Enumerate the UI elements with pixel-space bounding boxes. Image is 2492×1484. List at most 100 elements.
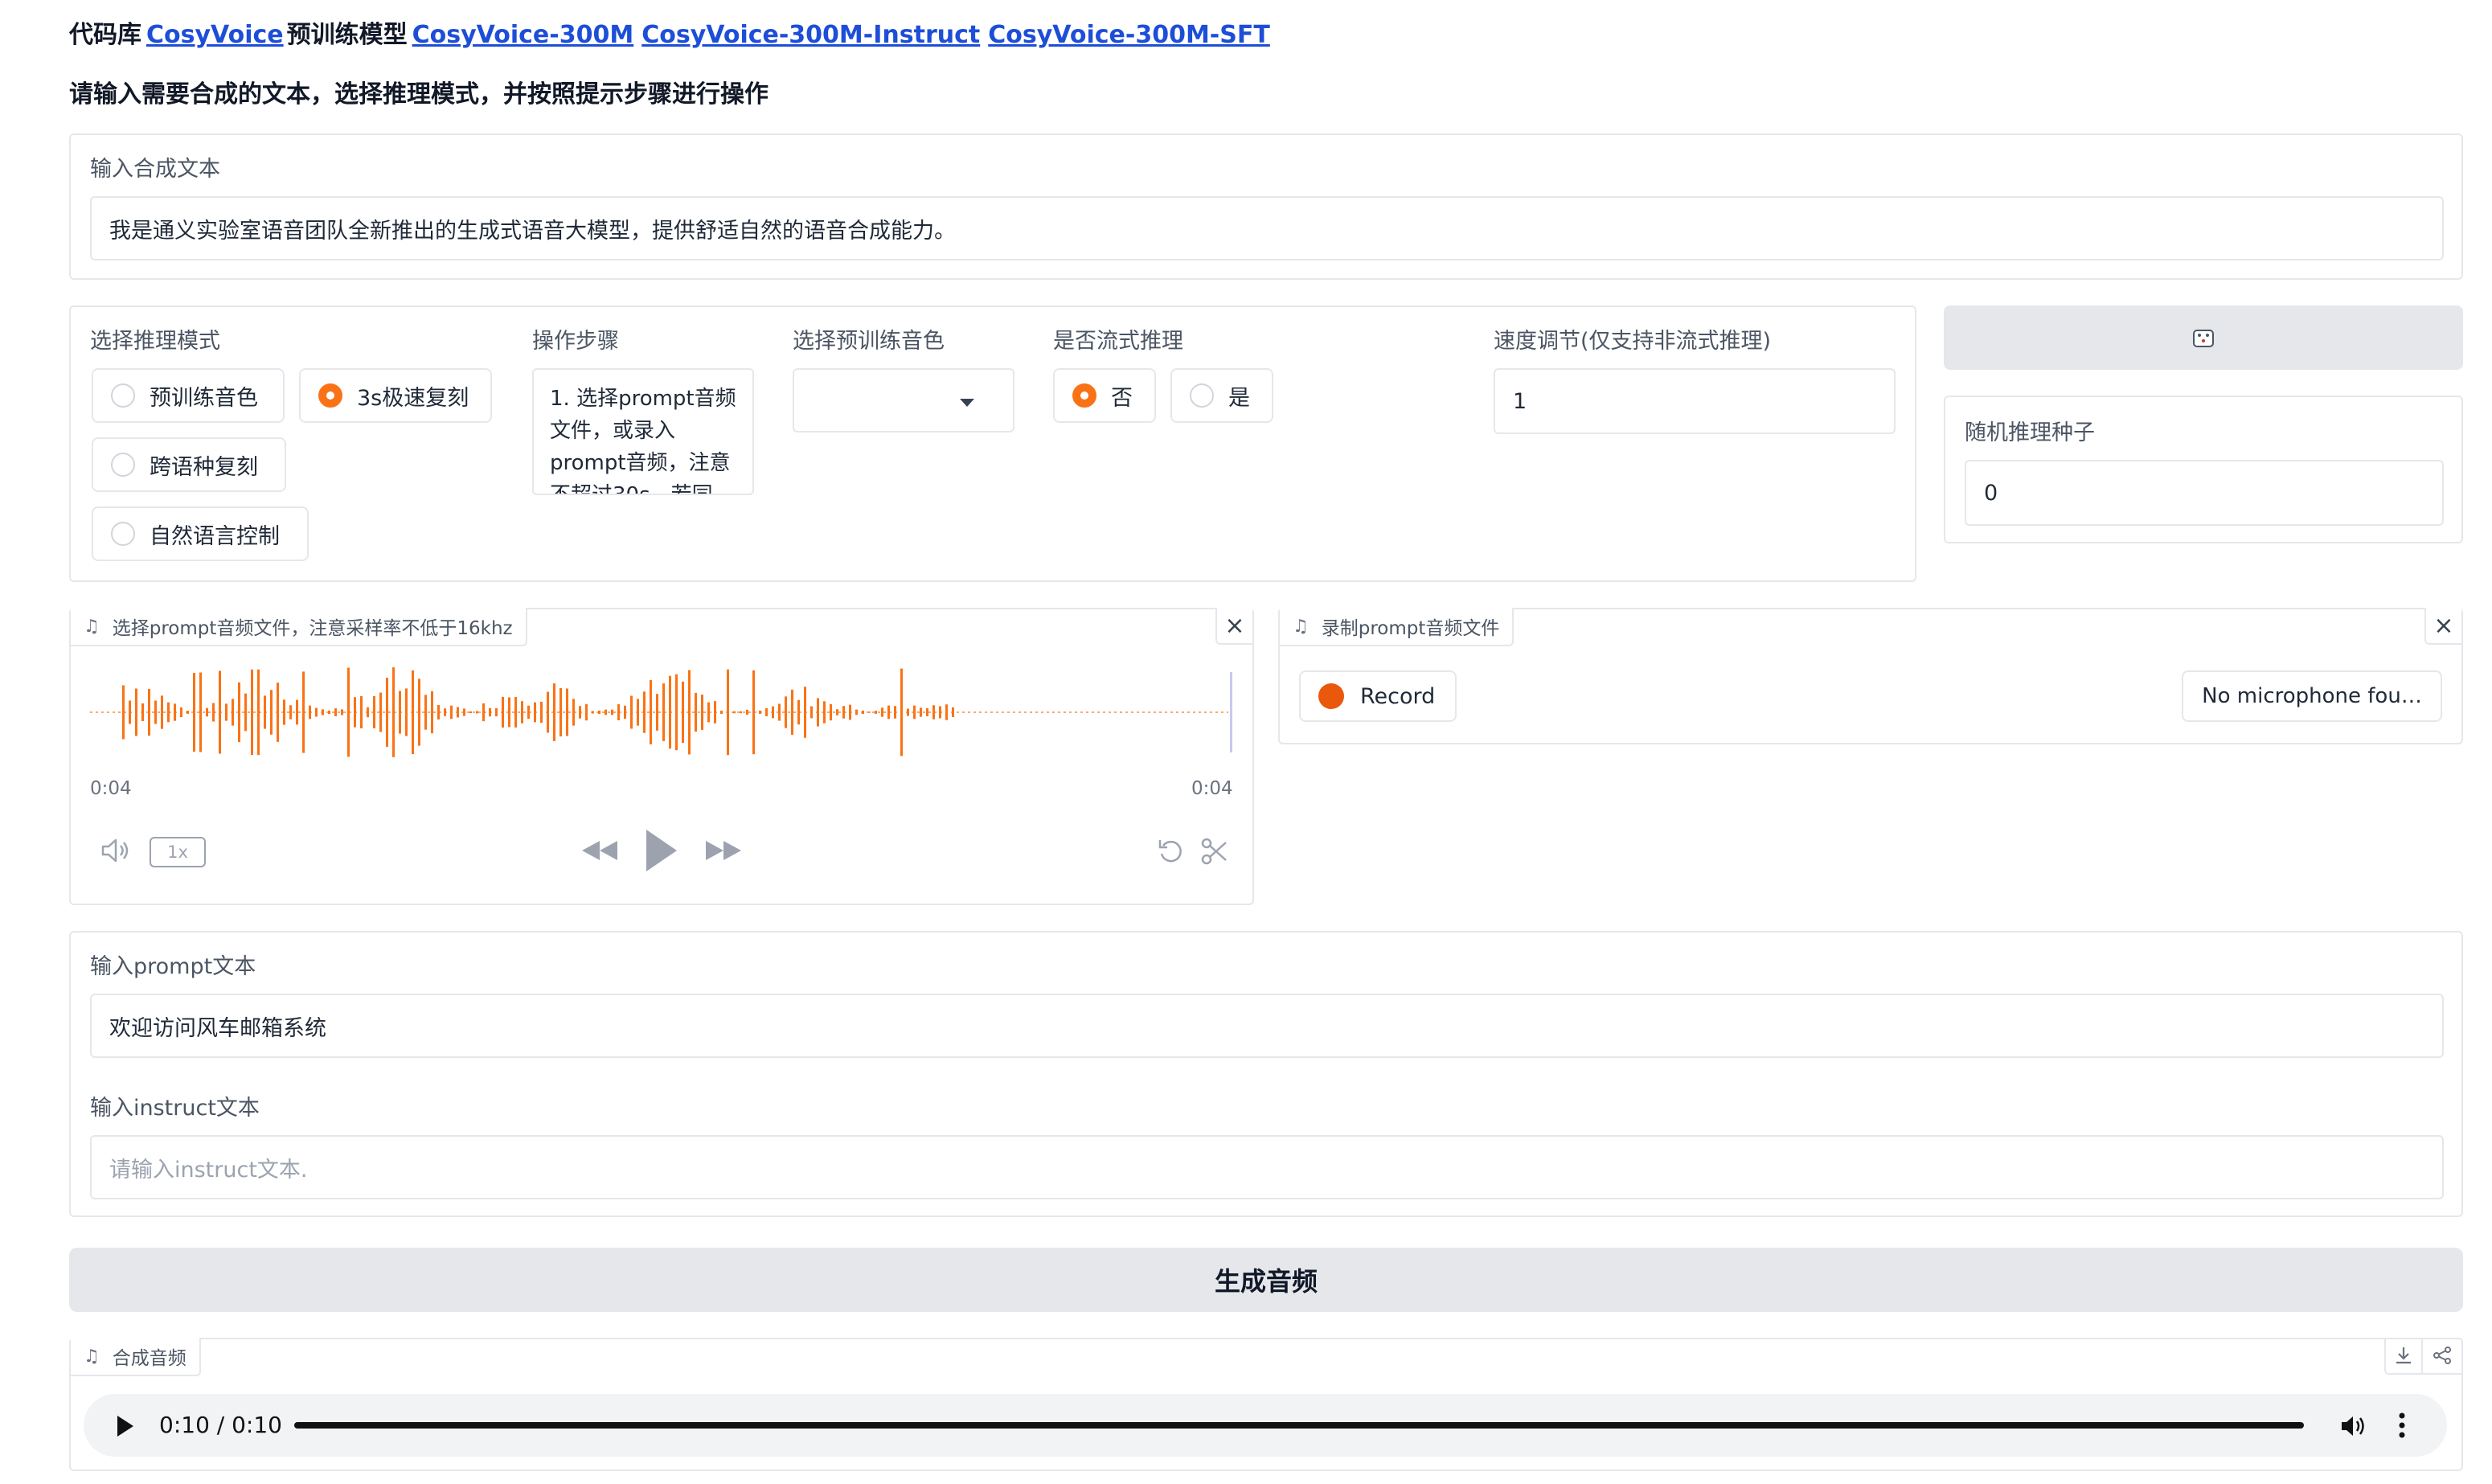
waveform-bar [778, 703, 781, 721]
repo-link[interactable]: CosyVoice [146, 21, 284, 49]
waveform-bar [412, 670, 414, 755]
download-icon[interactable] [2384, 1338, 2423, 1375]
share-icon[interactable] [2423, 1338, 2461, 1375]
fast-forward-icon[interactable] [703, 836, 744, 865]
waveform-bar [309, 705, 311, 719]
waveform-bar [135, 688, 137, 736]
mode-option-cross-lingual[interactable]: 跨语种复刻 [92, 437, 286, 492]
waveform-bar [913, 705, 916, 719]
volume-icon[interactable] [100, 836, 133, 865]
waveform-bar [656, 694, 658, 731]
waveform-bar [804, 687, 806, 738]
waveform-bar [302, 671, 305, 753]
prompt-text-input[interactable]: 欢迎访问风车邮箱系统 [90, 994, 2444, 1058]
waveform-bar [875, 711, 877, 714]
mode-option-pretrained[interactable]: 预训练音色 [92, 368, 285, 423]
playback-speed-button[interactable]: 1x [150, 837, 206, 867]
speed-input[interactable]: 1 [1494, 368, 1896, 434]
play-icon[interactable] [116, 1415, 135, 1437]
waveform-bar [367, 707, 369, 718]
waveform-bar [315, 707, 318, 717]
prompt-upload-tag: ♫ 选择prompt音频文件，注意采样率不低于16khz [71, 608, 527, 646]
playhead [1230, 672, 1232, 752]
waveform-bar [482, 703, 485, 722]
waveform[interactable] [90, 664, 1235, 760]
waveform-bar [251, 669, 253, 756]
waveform-bar [566, 688, 568, 736]
waveform-bar [322, 709, 324, 715]
waveform-bar [521, 701, 523, 724]
volume-icon[interactable] [2339, 1413, 2368, 1439]
scissors-icon[interactable] [1199, 836, 1230, 867]
waveform-bar [701, 695, 703, 730]
model-link-300m-instruct[interactable]: CosyVoice-300M-Instruct [641, 21, 980, 49]
rewind-icon[interactable] [579, 836, 621, 865]
waveform-bar [373, 695, 375, 729]
waveform-bar [514, 697, 517, 728]
waveform-bar [849, 704, 851, 720]
waveform-bar [617, 704, 620, 720]
pretrained-voice-dropdown[interactable] [793, 368, 1014, 432]
model-link-300m-sft[interactable]: CosyVoice-300M-SFT [988, 21, 1270, 49]
waveform-bar [540, 701, 543, 724]
waveform-bar [559, 687, 562, 737]
model-link-300m[interactable]: CosyVoice-300M [412, 21, 634, 49]
waveform-bar [148, 688, 150, 736]
waveform-bar [605, 709, 607, 715]
waveform-bar [386, 678, 388, 747]
instruct-text-input[interactable]: 请输入instruct文本. [90, 1135, 2444, 1199]
synth-text-input[interactable]: 我是通义实验室语音团队全新推出的生成式语音大模型，提供舒适自然的语音合成能力。 [90, 196, 2444, 260]
waveform-bar [836, 709, 838, 715]
waveform-bar [932, 705, 935, 719]
waveform-bar [296, 699, 298, 725]
chevron-down-icon [960, 399, 974, 407]
music-note-icon: ♫ [1293, 616, 1309, 637]
radio-checked-icon [1072, 383, 1096, 408]
waveform-bar [289, 705, 292, 719]
random-seed-button[interactable] [1944, 305, 2463, 370]
streaming-option-yes[interactable]: 是 [1170, 368, 1273, 423]
waveform-bar [444, 708, 446, 716]
undo-icon[interactable] [1156, 836, 1187, 867]
record-button[interactable]: Record [1299, 670, 1457, 722]
close-icon[interactable]: × [2424, 608, 2461, 645]
waveform-bar [688, 670, 691, 755]
waveform-bar [283, 699, 285, 725]
waveform-bar [174, 703, 176, 721]
audio-time: 0:10 / 0:10 [159, 1412, 282, 1438]
more-options-icon[interactable] [2397, 1412, 2407, 1439]
waveform-bar [707, 702, 710, 723]
waveform-bar [624, 705, 626, 719]
waveform-bar [457, 707, 459, 718]
waveform-bar [167, 702, 170, 723]
steps-label: 操作步骤 [532, 329, 619, 354]
steps-textarea[interactable]: 1. 选择prompt音频文件，或录入prompt音频，注意不超过30s，若同 [532, 368, 754, 495]
close-icon[interactable]: × [1215, 608, 1252, 645]
play-icon[interactable] [641, 826, 680, 875]
seed-input[interactable]: 0 [1965, 460, 2444, 526]
output-audio-tag: ♫ 合成音频 [71, 1338, 201, 1376]
waveform-bar [141, 703, 144, 722]
waveform-bar [180, 707, 182, 717]
microphone-select[interactable]: No microphone fou… [2182, 670, 2442, 722]
total-time: 0:04 [1191, 778, 1233, 799]
waveform-bar [334, 708, 337, 716]
waveform-bar [585, 703, 588, 721]
waveform-bar [630, 695, 633, 729]
speed-label: 速度调节(仅支持非流式推理) [1494, 329, 1772, 354]
waveform-bar [424, 695, 427, 730]
mode-option-3s-clone[interactable]: 3s极速复刻 [299, 368, 492, 423]
waveform-bar [244, 693, 247, 732]
waveform-bar [920, 707, 922, 717]
waveform-bar [720, 711, 723, 714]
waveform-bar [842, 706, 845, 719]
waveform-bar [431, 691, 433, 734]
audio-progress-bar[interactable] [294, 1422, 2304, 1429]
waveform-bar [791, 689, 793, 736]
generate-audio-button[interactable]: 生成音频 [69, 1248, 2463, 1312]
streaming-option-no[interactable]: 否 [1053, 368, 1156, 423]
waveform-bar [186, 711, 189, 714]
mode-option-instruct[interactable]: 自然语言控制 [92, 506, 309, 561]
waveform-bar [939, 706, 941, 719]
waveform-bar [399, 691, 401, 734]
